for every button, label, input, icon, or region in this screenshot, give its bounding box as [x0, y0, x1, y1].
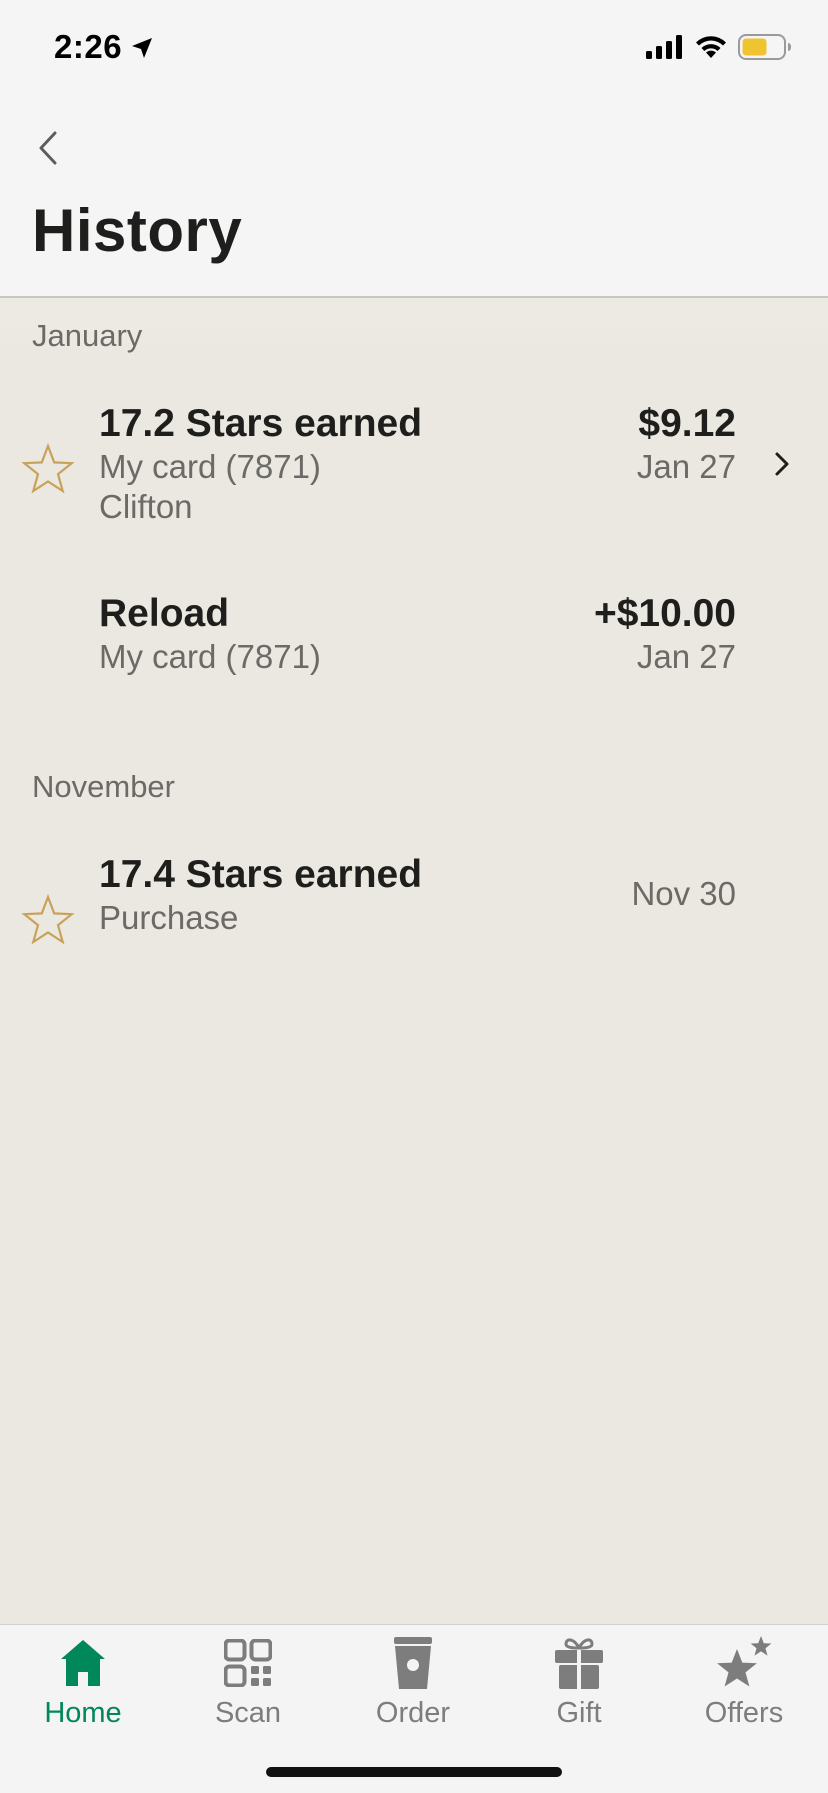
gift-icon: [549, 1635, 609, 1691]
location-arrow-icon: [132, 38, 152, 58]
month-header-november: November: [32, 769, 175, 804]
chevron-left-icon: [39, 131, 57, 165]
home-icon: [53, 1635, 113, 1691]
back-button[interactable]: [26, 120, 70, 176]
cup-icon: [383, 1635, 443, 1691]
tab-offers[interactable]: Offers: [661, 1625, 827, 1745]
transaction-store: Clifton: [99, 488, 193, 525]
transaction-detail: Purchase: [99, 899, 239, 936]
tab-bar: Home Scan Order Gift Offers: [0, 1624, 828, 1793]
page-title: History: [32, 197, 243, 264]
star-outline-icon: [21, 442, 75, 494]
transaction-amount: $9.12: [638, 402, 736, 445]
tab-label: Offers: [704, 1697, 784, 1729]
transaction-row-stars-jan[interactable]: 17.2 Stars earned My card (7871) Clifton…: [0, 402, 828, 532]
transaction-title: 17.4 Stars earned: [99, 853, 423, 896]
tab-label: Gift: [556, 1697, 602, 1729]
stars-icon: [714, 1635, 774, 1691]
qr-code-icon: [218, 1635, 278, 1691]
nav-header: History: [0, 100, 828, 298]
tab-home[interactable]: Home: [0, 1625, 166, 1745]
transaction-date: Jan 27: [636, 448, 736, 485]
transaction-card: My card (7871): [99, 448, 321, 485]
transaction-title: Reload: [99, 592, 230, 635]
transaction-date: Nov 30: [631, 875, 736, 912]
tab-order[interactable]: Order: [330, 1625, 496, 1745]
tab-label: Scan: [214, 1697, 282, 1729]
status-time: 2:26: [54, 28, 123, 65]
status-indicators: [646, 34, 792, 60]
transaction-amount: +$10.00: [593, 592, 736, 635]
tab-label: Order: [375, 1697, 451, 1729]
wifi-icon: [696, 36, 726, 58]
transaction-row-stars-nov[interactable]: 17.4 Stars earned Purchase Nov 30: [0, 853, 828, 945]
signal-icon: [646, 35, 682, 59]
tab-gift[interactable]: Gift: [496, 1625, 662, 1745]
transaction-date: Jan 27: [636, 638, 736, 675]
home-indicator[interactable]: [266, 1767, 562, 1777]
transaction-card: My card (7871): [99, 638, 321, 675]
month-header-january: January: [32, 318, 143, 353]
transaction-title: 17.2 Stars earned: [99, 402, 423, 445]
tab-scan[interactable]: Scan: [165, 1625, 331, 1745]
status-bar: 2:26: [0, 0, 828, 100]
battery-level: [742, 38, 767, 56]
chevron-right-icon: [775, 452, 789, 476]
star-outline-icon: [21, 893, 75, 945]
history-list[interactable]: January 17.2 Stars earned My card (7871)…: [0, 298, 828, 1624]
tab-label: Home: [44, 1697, 122, 1729]
battery-icon: [738, 34, 791, 60]
transaction-row-reload[interactable]: Reload My card (7871) +$10.00 Jan 27: [0, 592, 828, 682]
